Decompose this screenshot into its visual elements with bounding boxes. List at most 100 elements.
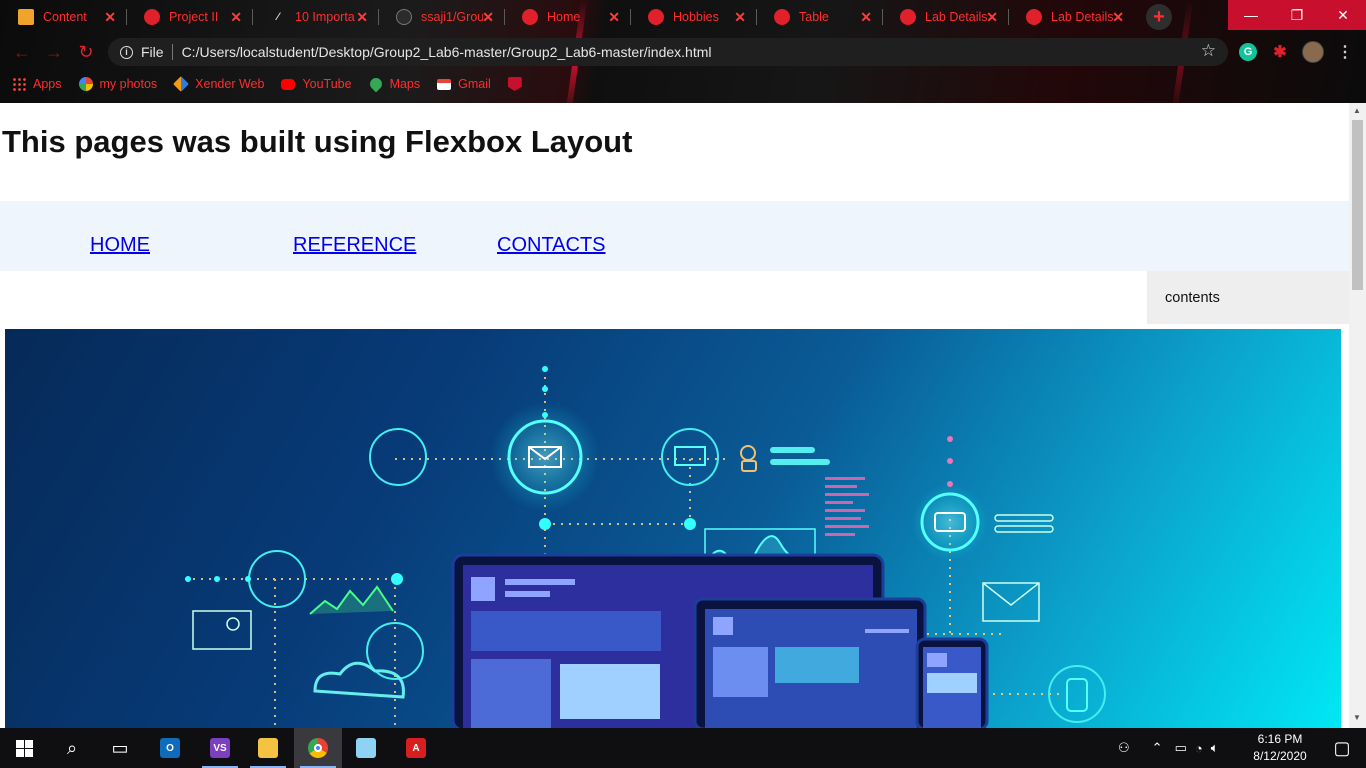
browser-tab[interactable]: Hobbies ✕ xyxy=(630,0,756,34)
restore-icon[interactable]: ❐ xyxy=(1274,0,1320,30)
tab-label: Project II xyxy=(169,10,219,24)
scroll-up-icon[interactable]: ▲ xyxy=(1353,106,1361,115)
aside-label: contents xyxy=(1165,290,1220,306)
globe-icon xyxy=(522,9,538,25)
bookmark-youtube[interactable]: YouTube xyxy=(281,77,352,91)
gmail-icon xyxy=(437,78,452,90)
battery-icon[interactable]: ▭ xyxy=(1175,740,1187,756)
close-window-icon[interactable]: ✕ xyxy=(1320,0,1366,30)
browser-tab[interactable]: ssaji1/Grou ✕ xyxy=(378,0,504,34)
bookmark-label: Maps xyxy=(389,77,421,91)
system-tray: ⚇ ⌃ ▭ ◔ 🔈︎ xyxy=(1118,728,1219,768)
windows-start-icon[interactable] xyxy=(0,728,48,768)
wifi-icon[interactable]: ◔ xyxy=(1195,741,1203,756)
reload-icon[interactable]: ↻ xyxy=(70,38,102,66)
address-bar[interactable]: i File C:/Users/localstudent/Desktop/Gro… xyxy=(108,38,1228,66)
chrome-icon[interactable] xyxy=(294,728,342,768)
close-icon[interactable]: ✕ xyxy=(104,9,116,25)
system-clock[interactable]: 6:16 PM 8/12/2020 xyxy=(1248,731,1312,765)
technology-dashboard-illustration xyxy=(185,366,1106,728)
visual-studio-icon[interactable]: VS xyxy=(196,728,244,768)
close-icon[interactable]: ✕ xyxy=(1112,9,1124,25)
scroll-down-icon[interactable]: ▼ xyxy=(1353,713,1361,722)
photos-icon xyxy=(78,77,93,91)
maps-icon xyxy=(367,75,384,93)
windows-taskbar: ⌕ ▭ O VS A ⚇ ⌃ ▭ ◔ 🔈︎ 6:16 PM 8/12/2020 … xyxy=(0,728,1366,768)
page-viewport: This pages was built using Flexbox Layou… xyxy=(0,103,1366,728)
note-icon xyxy=(18,9,34,25)
bookmark-my-photos[interactable]: my photos xyxy=(78,77,158,91)
browser-tab[interactable]: Table ✕ xyxy=(756,0,882,34)
vertical-scrollbar[interactable]: ▲ ▼ xyxy=(1349,103,1366,728)
nav-link-home[interactable]: HOME xyxy=(90,234,150,257)
close-icon[interactable]: ✕ xyxy=(356,9,368,25)
web-page: This pages was built using Flexbox Layou… xyxy=(0,103,1349,728)
browser-toolbar: ← → ↻ i File C:/Users/localstudent/Deskt… xyxy=(0,36,1366,68)
new-tab-button[interactable]: + xyxy=(1146,4,1172,30)
back-icon[interactable]: ← xyxy=(6,38,38,66)
notifications-icon[interactable]: ▢ xyxy=(1318,728,1366,768)
browser-tab[interactable]: Content ✕ xyxy=(0,0,126,34)
mcafee-icon xyxy=(507,77,522,91)
bookmark-apps[interactable]: Apps xyxy=(12,77,62,91)
browser-tab[interactable]: Project II ✕ xyxy=(126,0,252,34)
bookmark-maps[interactable]: Maps xyxy=(367,75,421,93)
bookmark-label: Gmail xyxy=(458,77,491,91)
search-icon[interactable]: ⌕ xyxy=(48,728,96,768)
volume-icon[interactable]: 🔈︎ xyxy=(1211,740,1219,756)
ten-icon: ⁄ xyxy=(277,11,279,23)
close-icon[interactable]: ✕ xyxy=(860,9,872,25)
close-icon[interactable]: ✕ xyxy=(986,9,998,25)
window-controls: — ❐ ✕ xyxy=(1228,0,1366,30)
browser-menu-icon[interactable]: ⋮ xyxy=(1336,43,1354,61)
apps-icon xyxy=(12,77,26,91)
globe-icon xyxy=(1026,9,1042,25)
hero-image xyxy=(5,329,1341,728)
outlook-icon[interactable]: O xyxy=(146,728,194,768)
tab-label: Lab Details xyxy=(925,10,987,24)
tab-label: Home xyxy=(547,10,581,24)
address-separator xyxy=(171,44,173,60)
grammarly-extension-icon[interactable]: G xyxy=(1239,43,1257,61)
close-icon[interactable]: ✕ xyxy=(608,9,620,25)
bookmark-mcafee[interactable] xyxy=(507,77,529,91)
bookmark-star-icon[interactable]: ☆ xyxy=(1201,41,1216,61)
contents-aside: contents xyxy=(1147,271,1349,324)
tab-label: Hobbies xyxy=(673,10,719,24)
info-icon[interactable]: i xyxy=(120,45,133,59)
site-navbar: HOME REFERENCE CONTACTS xyxy=(0,201,1349,271)
clock-date: 8/12/2020 xyxy=(1253,749,1307,763)
acrobat-icon[interactable]: A xyxy=(392,728,440,768)
bookmark-label: my photos xyxy=(99,77,158,91)
close-icon[interactable]: ✕ xyxy=(734,9,746,25)
nav-link-contacts[interactable]: CONTACTS xyxy=(497,234,606,257)
globe-icon xyxy=(774,9,790,25)
profile-avatar[interactable] xyxy=(1302,41,1324,63)
youtube-icon xyxy=(281,78,296,90)
close-icon[interactable]: ✕ xyxy=(230,9,242,25)
tab-label: Table xyxy=(799,10,829,24)
people-icon[interactable]: ⚇ xyxy=(1118,740,1130,756)
minimize-icon[interactable]: — xyxy=(1228,0,1274,30)
browser-tab-active[interactable]: Lab Details ✕ xyxy=(1008,0,1134,34)
browser-tab[interactable]: Home ✕ xyxy=(504,0,630,34)
task-view-icon[interactable]: ▭ xyxy=(96,728,144,768)
file-explorer-icon[interactable] xyxy=(244,728,292,768)
scroll-thumb[interactable] xyxy=(1352,120,1363,290)
browser-chrome: Content ✕ Project II ✕ ⁄ 10 Importa ✕ ss… xyxy=(0,0,1366,103)
globe-icon xyxy=(144,9,160,25)
browser-tab[interactable]: Lab Details ✕ xyxy=(882,0,1008,34)
globe-icon xyxy=(648,9,664,25)
bookmark-label: Apps xyxy=(33,77,62,91)
address-url[interactable]: C:/Users/localstudent/Desktop/Group2_Lab… xyxy=(182,44,712,60)
close-icon[interactable]: ✕ xyxy=(482,9,494,25)
notepad-icon[interactable] xyxy=(342,728,390,768)
browser-tab[interactable]: ⁄ 10 Importa ✕ xyxy=(252,0,378,34)
bookmark-xender-web[interactable]: Xender Web xyxy=(173,76,264,92)
bookmark-gmail[interactable]: Gmail xyxy=(437,77,491,91)
bookmark-label: YouTube xyxy=(302,77,352,91)
nav-link-reference[interactable]: REFERENCE xyxy=(293,234,416,257)
show-hidden-icons-icon[interactable]: ⌃ xyxy=(1152,740,1163,756)
forward-icon[interactable]: → xyxy=(38,38,70,66)
extensions-icon[interactable]: ✱ xyxy=(1271,43,1289,61)
